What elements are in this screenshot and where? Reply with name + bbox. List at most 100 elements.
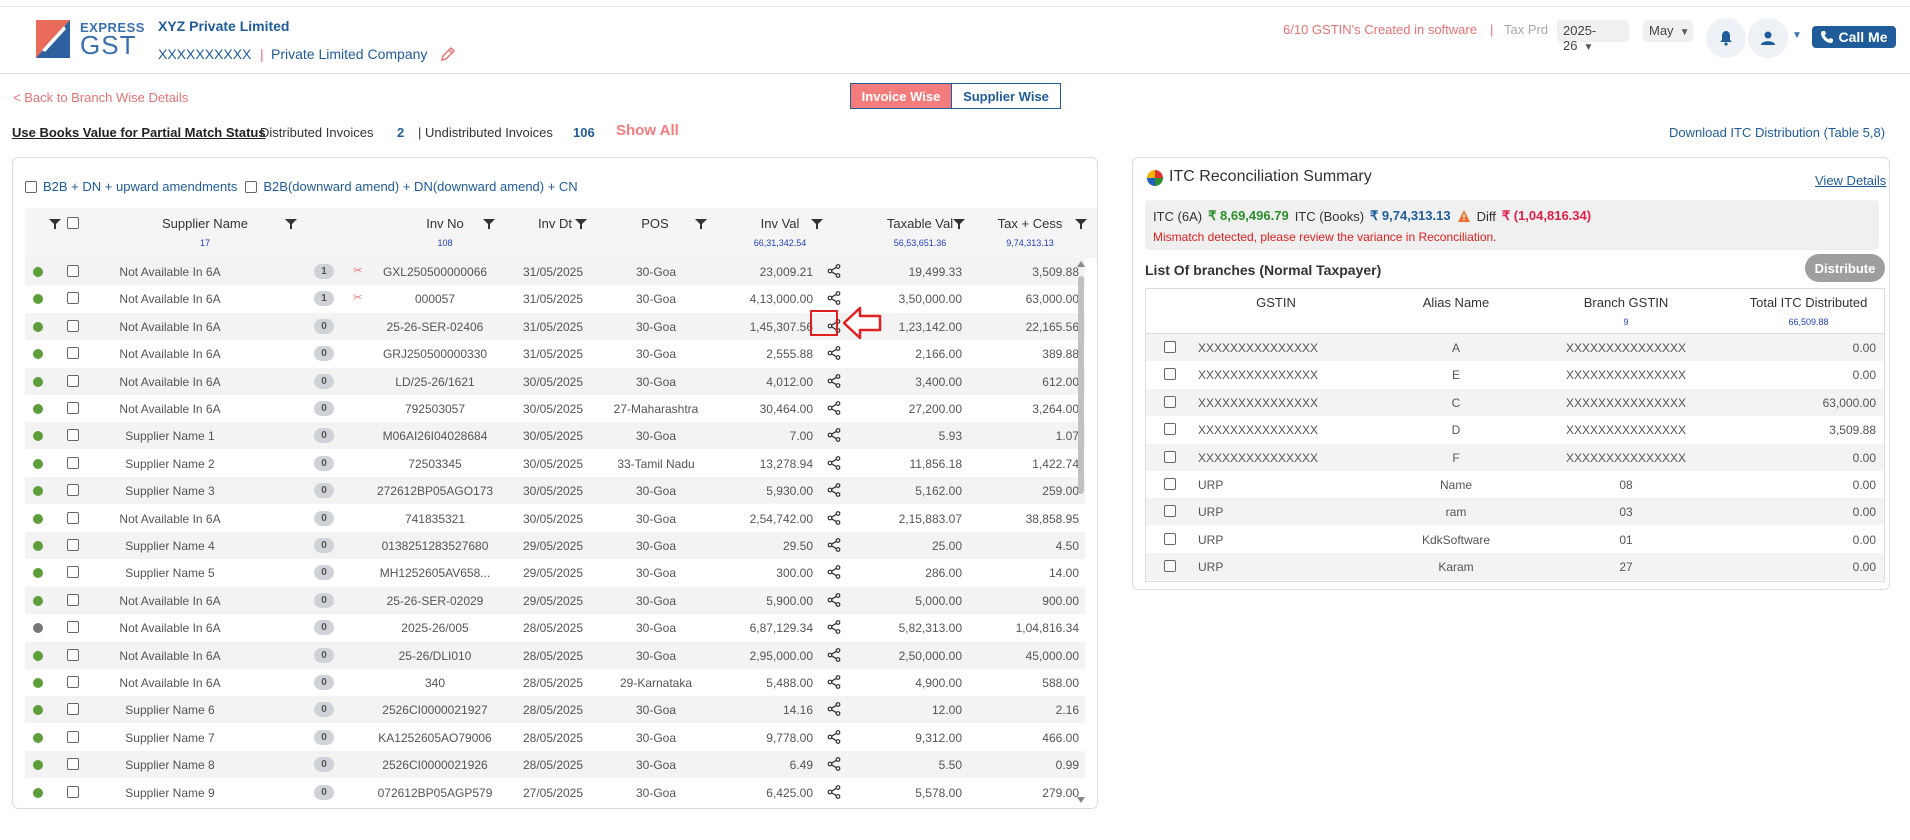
- count-badge[interactable]: 0: [314, 784, 334, 800]
- table-row[interactable]: Not Available In 6A 0 25-26-SER-02406 31/05…: [25, 312, 1085, 340]
- row-checkbox[interactable]: [67, 730, 79, 743]
- branch-row[interactable]: XXXXXXXXXXXXXXX A XXXXXXXXXXXXXXX 0.00: [1146, 334, 1884, 361]
- download-itc-distribution-link[interactable]: Download ITC Distribution (Table 5,8): [1669, 125, 1885, 140]
- branch-row[interactable]: URP KdkSoftware 01 0.00: [1146, 526, 1884, 553]
- share-icon[interactable]: [827, 647, 841, 662]
- share-icon[interactable]: [827, 729, 841, 744]
- toggle-invoice-wise[interactable]: Invoice Wise: [851, 84, 952, 108]
- table-row[interactable]: Not Available In 6A 0 2025-26/005 28/05/202…: [25, 614, 1085, 641]
- branch-row-checkbox[interactable]: [1164, 341, 1176, 353]
- scroll-thumb[interactable]: [1078, 276, 1084, 494]
- notifications-button[interactable]: [1706, 18, 1746, 58]
- table-row[interactable]: Supplier Name 4 0 0138251283527680 29/05/20…: [25, 532, 1085, 559]
- count-badge[interactable]: 0: [314, 401, 334, 416]
- edit-pencil-icon[interactable]: [440, 46, 456, 62]
- share-icon[interactable]: [827, 510, 841, 525]
- distribute-button[interactable]: Distribute: [1805, 254, 1885, 282]
- branch-row[interactable]: XXXXXXXXXXXXXXX E XXXXXXXXXXXXXXX 0.00: [1146, 361, 1884, 388]
- table-row[interactable]: Not Available In 6A 0 LD/25-26/1621 30/05/2…: [25, 367, 1085, 395]
- row-checkbox[interactable]: [67, 374, 79, 387]
- table-row[interactable]: Supplier Name 6 0 2526CI0000021927 28/05/20…: [25, 696, 1085, 724]
- month-select[interactable]: May ▼: [1643, 20, 1693, 42]
- user-menu-chevron-icon[interactable]: ▼: [1792, 30, 1802, 41]
- col-branch-gstin[interactable]: Branch GSTIN: [1556, 295, 1696, 310]
- col-pos[interactable]: POS: [615, 216, 695, 231]
- count-badge[interactable]: 0: [314, 729, 334, 745]
- filter-funnel-icon[interactable]: [695, 218, 707, 230]
- count-badge[interactable]: 0: [314, 318, 334, 334]
- filter-b2b-downward-checkbox[interactable]: [245, 180, 258, 193]
- branch-row[interactable]: XXXXXXXXXXXXXXX D XXXXXXXXXXXXXXX 3,509.88: [1146, 416, 1884, 443]
- express-gst-logo[interactable]: EXPRESS GST: [36, 20, 144, 60]
- col-total-itc[interactable]: Total ITC Distributed: [1736, 295, 1881, 310]
- table-row[interactable]: Supplier Name 9 0 072612BP05AGP579 27/05/20…: [25, 779, 1085, 806]
- count-badge[interactable]: 0: [314, 373, 334, 389]
- row-checkbox[interactable]: [67, 648, 79, 661]
- share-icon[interactable]: [827, 620, 841, 635]
- row-checkbox[interactable]: [67, 456, 79, 469]
- table-row[interactable]: Supplier Name 8 0 2526CI0000021926 28/05/20…: [25, 751, 1085, 779]
- row-checkbox[interactable]: [67, 402, 79, 414]
- branch-row[interactable]: URP Karam 27 0.00: [1146, 553, 1884, 581]
- share-icon[interactable]: [827, 428, 841, 443]
- table-row[interactable]: Supplier Name 2 0 72503345 30/05/2025 33-Tam…: [25, 450, 1085, 477]
- count-badge[interactable]: 0: [314, 620, 334, 636]
- branch-row[interactable]: URP ram 03 0.00: [1146, 498, 1884, 526]
- table-row[interactable]: Not Available In 6A 0 25-26/DLI010 28/05/20…: [25, 641, 1085, 669]
- branch-row-checkbox[interactable]: [1164, 532, 1176, 545]
- col-gstin[interactable]: GSTIN: [1236, 295, 1316, 310]
- table-row[interactable]: Supplier Name 5 0 MH1252605AV658... 29/05/2…: [25, 559, 1085, 586]
- select-all-checkbox[interactable]: [67, 217, 79, 229]
- back-to-branch-link[interactable]: < Back to Branch Wise Details: [13, 90, 188, 105]
- count-badge[interactable]: 0: [314, 592, 334, 608]
- scroll-up-icon[interactable]: [1076, 260, 1086, 268]
- filter-funnel-icon[interactable]: [49, 218, 61, 230]
- branch-row-checkbox[interactable]: [1164, 423, 1176, 436]
- table-row[interactable]: Not Available In 6A 1 ✂ 000057 31/05/2025 30-…: [25, 285, 1085, 312]
- branch-row-checkbox[interactable]: [1164, 478, 1176, 490]
- count-badge[interactable]: 0: [314, 702, 334, 718]
- row-checkbox[interactable]: [67, 593, 79, 606]
- share-icon[interactable]: [827, 264, 841, 278]
- branch-row-checkbox[interactable]: [1164, 560, 1176, 573]
- count-badge[interactable]: 0: [314, 757, 334, 773]
- row-checkbox[interactable]: [67, 484, 79, 497]
- count-badge[interactable]: 0: [314, 675, 334, 690]
- share-icon[interactable]: [827, 702, 841, 717]
- filter-b2b-upward-label[interactable]: B2B + DN + upward amendments: [43, 179, 237, 194]
- count-badge[interactable]: 0: [314, 455, 334, 471]
- table-row[interactable]: Not Available In 6A 0 340 28/05/2025 29-Karn…: [25, 669, 1085, 696]
- row-checkbox[interactable]: [67, 621, 79, 634]
- share-icon[interactable]: [827, 483, 841, 498]
- row-checkbox[interactable]: [67, 511, 79, 524]
- table-row[interactable]: Not Available In 6A 0 792503057 30/05/2025 2…: [25, 395, 1085, 422]
- filter-funnel-icon[interactable]: [1075, 218, 1087, 230]
- table-row[interactable]: Supplier Name 1 0 M06AI26I04028684 30/05/20…: [25, 422, 1085, 450]
- row-checkbox[interactable]: [67, 429, 79, 442]
- filter-b2b-upward-checkbox[interactable]: [25, 180, 37, 193]
- show-all-button[interactable]: Show All: [616, 122, 679, 139]
- row-checkbox[interactable]: [67, 785, 79, 798]
- count-badge[interactable]: 0: [314, 538, 334, 553]
- filter-funnel-icon[interactable]: [953, 218, 965, 230]
- row-checkbox[interactable]: [67, 319, 79, 332]
- branch-row[interactable]: XXXXXXXXXXXXXXX C XXXXXXXXXXXXXXX 63,000.00: [1146, 388, 1884, 416]
- call-me-button[interactable]: Call Me: [1812, 26, 1896, 48]
- col-tax-cess[interactable]: Tax + Cess: [980, 216, 1080, 231]
- row-checkbox[interactable]: [67, 566, 79, 579]
- row-checkbox[interactable]: [67, 703, 79, 716]
- count-badge[interactable]: 0: [314, 647, 334, 663]
- branch-row-checkbox[interactable]: [1164, 395, 1176, 408]
- count-badge[interactable]: 1: [314, 291, 334, 307]
- count-badge[interactable]: 0: [314, 565, 334, 581]
- col-supplier-name[interactable]: Supplier Name: [135, 216, 275, 231]
- split-scissors-icon[interactable]: ✂: [353, 291, 362, 304]
- share-icon[interactable]: [827, 401, 841, 415]
- row-checkbox[interactable]: [67, 265, 79, 277]
- branch-row[interactable]: URP Name 08 0.00: [1146, 471, 1884, 498]
- share-icon[interactable]: [827, 784, 841, 799]
- col-inv-no[interactable]: Inv No: [395, 216, 495, 231]
- share-icon[interactable]: [827, 346, 841, 361]
- table-row[interactable]: Not Available In 6A 0 25-26-SER-02029 29/05…: [25, 586, 1085, 614]
- count-badge[interactable]: 0: [314, 510, 334, 526]
